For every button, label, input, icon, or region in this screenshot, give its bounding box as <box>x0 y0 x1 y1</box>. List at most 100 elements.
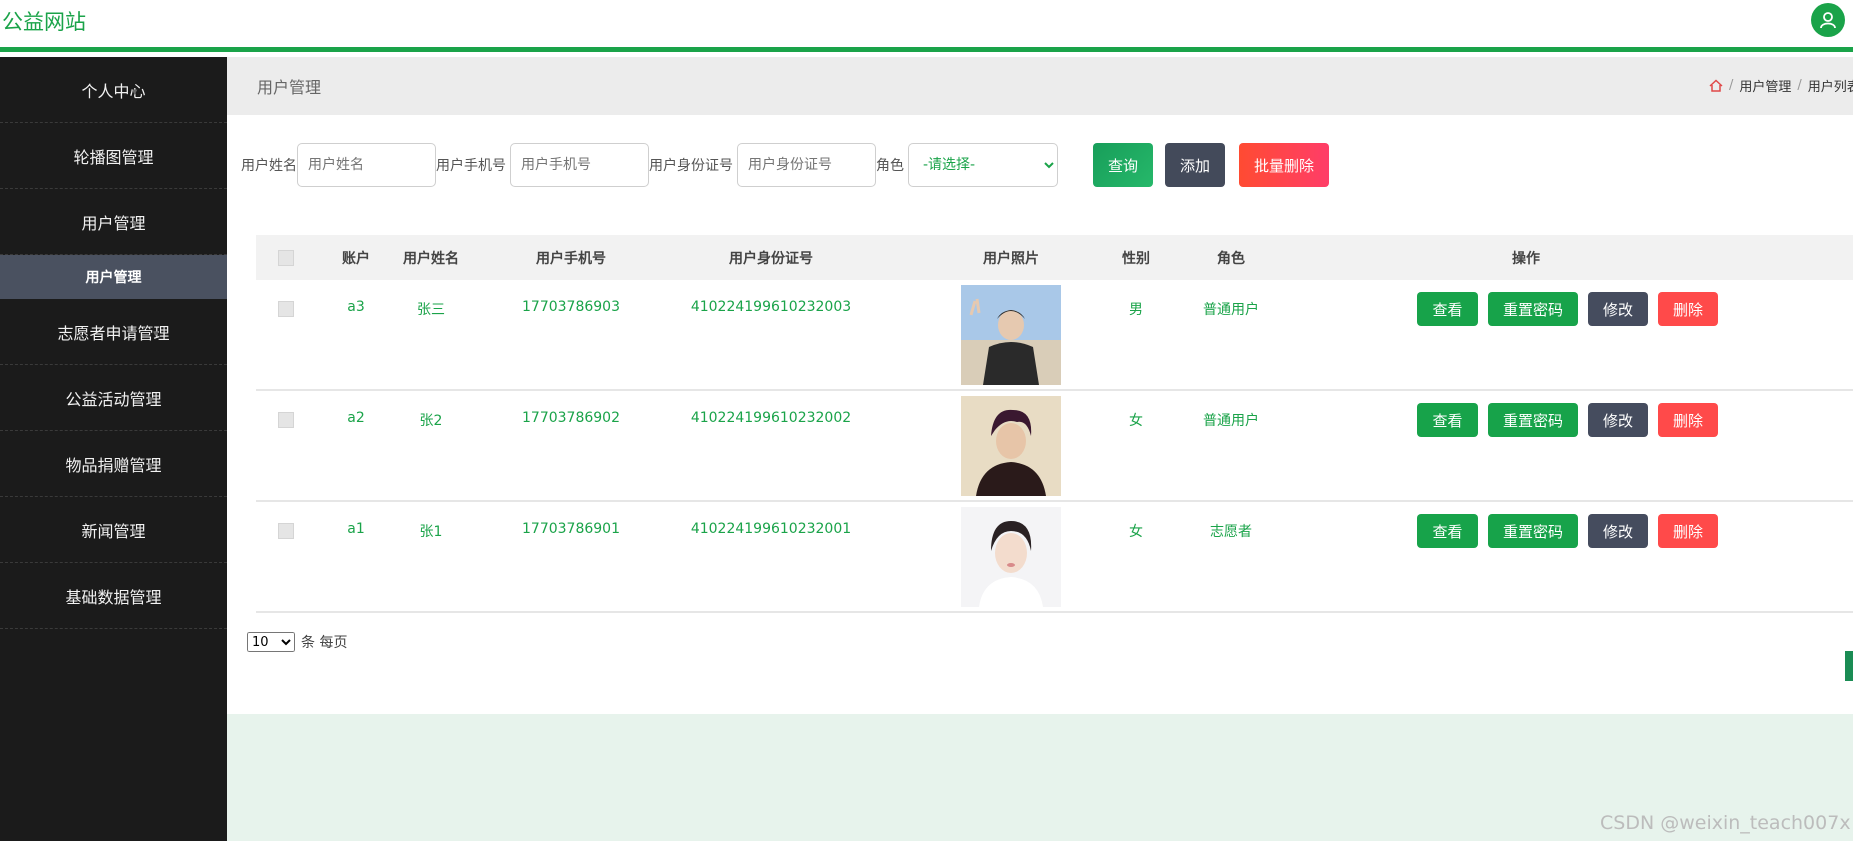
sidebar-item-users[interactable]: 用户管理 ▼ <box>0 189 227 255</box>
cell-phone: 17703786903 <box>522 299 620 315</box>
sidebar-subitem-user-management[interactable]: 用户管理 <box>0 255 227 299</box>
sidebar-item-volunteer-apply[interactable]: 志愿者申请管理 ▼ <box>0 299 227 365</box>
row-checkbox[interactable] <box>278 301 294 317</box>
row-actions: 查看 重置密码 修改 删除 <box>1417 514 1718 548</box>
cell-role: 志愿者 <box>1210 524 1252 540</box>
edit-button[interactable]: 修改 <box>1588 292 1648 326</box>
id-number-search-input[interactable] <box>737 143 876 187</box>
watermark: CSDN @weixin_teach007x <box>1600 812 1851 834</box>
phone-search-input[interactable] <box>510 143 649 187</box>
table-row: a3 张三 17703786903 410224199610232003 男 普… <box>256 280 1853 391</box>
title-bar: 用户管理 / 用户管理 / 用户列表 <box>227 57 1853 115</box>
caret-down-icon: ▼ <box>132 220 138 228</box>
cell-id-number: 410224199610232003 <box>690 299 852 315</box>
caret-down-icon: ▼ <box>132 528 138 536</box>
table-row: a2 张2 17703786902 410224199610232002 女 普… <box>256 391 1853 502</box>
header-photo: 用户照片 <box>983 250 1039 267</box>
table-header: 账户 用户姓名 用户手机号 用户身份证号 用户照片 性别 角色 操作 <box>256 235 1853 280</box>
role-label: 角色 <box>876 158 904 174</box>
header-phone: 用户手机号 <box>536 250 606 267</box>
delete-button[interactable]: 删除 <box>1658 292 1718 326</box>
sidebar-subitem-label: 用户管理 <box>85 270 142 286</box>
sidebar-item-personal-center[interactable]: 个人中心 ▼ <box>0 57 227 123</box>
sidebar: 个人中心 ▼ 轮播图管理 ▼ 用户管理 ▼ 用户管理 志愿者申请管理 ▼ 公益活… <box>0 57 227 841</box>
phone-label: 用户手机号 <box>436 158 506 174</box>
caret-down-icon: ▼ <box>140 154 146 162</box>
caret-down-icon: ▼ <box>148 462 154 470</box>
page-size-select[interactable]: 10 <box>247 632 295 652</box>
header-role: 角色 <box>1217 250 1245 267</box>
home-icon[interactable] <box>1709 79 1723 92</box>
row-actions: 查看 重置密码 修改 删除 <box>1417 403 1718 437</box>
caret-down-icon: ▼ <box>153 330 159 338</box>
pagination-edge-button[interactable] <box>1845 651 1853 681</box>
row-checkbox-cell <box>256 502 316 560</box>
cell-account: a1 <box>347 521 365 537</box>
cell-gender: 女 <box>1129 413 1143 429</box>
sidebar-item-donations[interactable]: 物品捐赠管理 ▼ <box>0 431 227 497</box>
select-all-cell <box>256 249 316 266</box>
sidebar-item-carousel[interactable]: 轮播图管理 ▼ <box>0 123 227 189</box>
reset-password-button[interactable]: 重置密码 <box>1488 403 1578 437</box>
add-button[interactable]: 添加 <box>1165 143 1225 187</box>
header-id-number: 用户身份证号 <box>729 250 813 267</box>
header-gender: 性别 <box>1122 250 1150 267</box>
breadcrumb-item[interactable]: 用户管理 <box>1739 76 1791 95</box>
sidebar-item-activities[interactable]: 公益活动管理 ▼ <box>0 365 227 431</box>
row-checkbox[interactable] <box>278 412 294 428</box>
cell-name: 张1 <box>419 524 443 540</box>
delete-button[interactable]: 删除 <box>1658 514 1718 548</box>
row-checkbox[interactable] <box>278 523 294 539</box>
view-button[interactable]: 查看 <box>1417 514 1478 548</box>
top-header: 公益网站 <box>0 0 1853 52</box>
cell-role: 普通用户 <box>1203 413 1259 429</box>
cell-gender: 女 <box>1129 524 1143 540</box>
reset-password-button[interactable]: 重置密码 <box>1488 514 1578 548</box>
batch-delete-button[interactable]: 批量删除 <box>1239 143 1329 187</box>
site-title[interactable]: 公益网站 <box>2 6 86 36</box>
user-photo[interactable] <box>961 285 1061 389</box>
name-label: 用户姓名 <box>241 158 297 174</box>
cell-id-number: 410224199610232002 <box>690 410 852 426</box>
row-checkbox-cell <box>256 280 316 338</box>
page-title: 用户管理 <box>257 78 322 97</box>
table-row: a1 张1 17703786901 410224199610232001 女 志… <box>256 502 1853 613</box>
select-all-checkbox[interactable] <box>278 249 294 266</box>
caret-down-icon: ▼ <box>148 396 154 404</box>
delete-button[interactable]: 删除 <box>1658 403 1718 437</box>
user-photo[interactable] <box>961 507 1061 611</box>
breadcrumb: / 用户管理 / 用户列表 <box>1709 76 1853 95</box>
view-button[interactable]: 查看 <box>1417 403 1478 437</box>
caret-down-icon: ▼ <box>132 88 138 96</box>
header-account: 账户 <box>342 250 370 267</box>
cell-phone: 17703786901 <box>522 521 620 537</box>
pagination: 10 条 每页 <box>247 632 347 652</box>
name-search-input[interactable] <box>297 143 436 187</box>
view-button[interactable]: 查看 <box>1417 292 1478 326</box>
page-size-suffix: 条 每页 <box>301 635 348 651</box>
user-avatar[interactable] <box>1811 3 1845 37</box>
cell-account: a3 <box>347 299 365 315</box>
header-name: 用户姓名 <box>403 250 459 267</box>
id-number-label: 用户身份证号 <box>649 158 733 174</box>
edit-button[interactable]: 修改 <box>1588 403 1648 437</box>
row-actions: 查看 重置密码 修改 删除 <box>1417 292 1718 326</box>
caret-down-icon: ▼ <box>148 594 154 602</box>
cell-name: 张2 <box>419 413 443 429</box>
main-area: 用户管理 / 用户管理 / 用户列表 用户姓名 用户手机号 用户身份证号 角色 … <box>227 57 1853 841</box>
breadcrumb-item: 用户列表 <box>1807 80 1853 95</box>
cell-name: 张三 <box>417 302 445 318</box>
row-checkbox-cell <box>256 391 316 449</box>
query-button[interactable]: 查询 <box>1093 143 1153 187</box>
sidebar-item-basic-data[interactable]: 基础数据管理 ▼ <box>0 563 227 629</box>
breadcrumb-separator: / <box>1797 78 1802 93</box>
user-table: 账户 用户姓名 用户手机号 用户身份证号 用户照片 性别 角色 操作 a3 张三… <box>256 235 1853 613</box>
cell-account: a2 <box>347 410 365 426</box>
user-icon <box>1820 12 1836 29</box>
header-actions: 操作 <box>1512 250 1540 267</box>
sidebar-item-news[interactable]: 新闻管理 ▼ <box>0 497 227 563</box>
reset-password-button[interactable]: 重置密码 <box>1488 292 1578 326</box>
user-photo[interactable] <box>961 396 1061 500</box>
role-select[interactable]: -请选择- <box>908 143 1058 187</box>
edit-button[interactable]: 修改 <box>1588 514 1648 548</box>
